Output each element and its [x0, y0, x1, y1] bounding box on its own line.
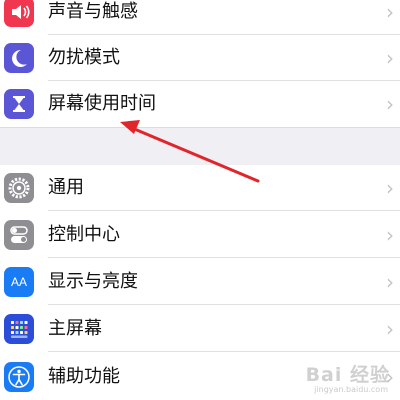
moon-icon — [4, 43, 34, 73]
chevron-right-icon: › — [386, 46, 394, 70]
divider — [48, 210, 400, 211]
speaker-icon — [4, 0, 34, 27]
app-grid-icon — [4, 314, 34, 344]
settings-item-general[interactable]: 通用 › — [0, 165, 400, 211]
aa-text-glyph: AA — [10, 275, 27, 289]
settings-item-label: 声音与触感 — [48, 1, 138, 22]
chevron-right-icon: › — [386, 92, 394, 116]
gear-icon — [4, 173, 34, 203]
accessibility-icon — [4, 362, 34, 392]
settings-item-label: 主屏幕 — [48, 318, 102, 339]
divider — [48, 257, 400, 258]
settings-item-display-brightness[interactable]: AA 显示与亮度 › — [0, 259, 400, 305]
toggle-switches-icon — [4, 220, 34, 250]
settings-item-label: 通用 — [48, 177, 84, 198]
chevron-right-icon: › — [386, 0, 394, 24]
divider — [48, 351, 400, 352]
chevron-right-icon: › — [386, 365, 394, 389]
section-gap — [0, 127, 400, 169]
settings-item-label: 屏幕使用时间 — [48, 93, 156, 114]
settings-item-label: 勿扰模式 — [48, 47, 120, 68]
settings-item-sounds-haptics[interactable]: 声音与触感 › — [0, 0, 400, 35]
aa-text-icon: AA — [4, 267, 34, 297]
settings-item-control-center[interactable]: 控制中心 › — [0, 212, 400, 258]
chevron-right-icon: › — [386, 223, 394, 247]
chevron-right-icon: › — [386, 270, 394, 294]
settings-item-label: 辅助功能 — [48, 366, 120, 387]
divider — [48, 304, 400, 305]
settings-item-do-not-disturb[interactable]: 勿扰模式 › — [0, 35, 400, 81]
chevron-right-icon: › — [386, 176, 394, 200]
settings-item-accessibility[interactable]: 辅助功能 › — [0, 354, 400, 400]
settings-item-label: 显示与亮度 — [48, 271, 138, 292]
settings-item-label: 控制中心 — [48, 224, 120, 245]
chevron-right-icon: › — [386, 317, 394, 341]
settings-item-home-screen[interactable]: 主屏幕 › — [0, 306, 400, 352]
hourglass-icon — [4, 89, 34, 119]
settings-item-screen-time[interactable]: 屏幕使用时间 › — [0, 81, 400, 127]
